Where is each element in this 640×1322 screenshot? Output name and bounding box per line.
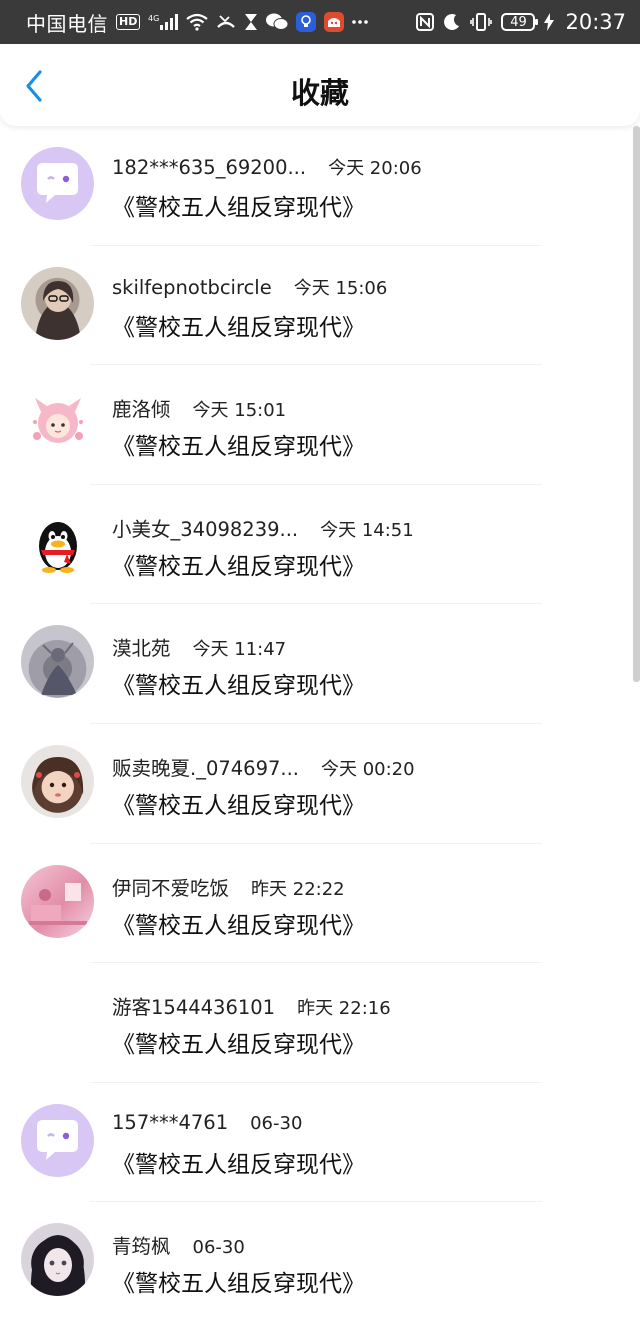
network-type-label: 4G <box>148 14 159 23</box>
avatar[interactable] <box>21 147 94 220</box>
item-meta: 青筠枫 06-30 <box>112 1230 245 1259</box>
status-bar: 中国电信 HD 4G 49 20:37 <box>0 0 640 44</box>
username[interactable]: 182***635_69200... <box>112 156 306 179</box>
book-title[interactable]: 《警校五人组反穿现代》 <box>112 188 365 222</box>
item-meta: 漠北苑 今天 11:47 <box>112 632 286 661</box>
list-item[interactable]: 漠北苑 今天 11:47 《警校五人组反穿现代》 <box>0 604 632 724</box>
battery-level: 49 <box>510 14 527 30</box>
item-meta: 贩卖晚夏._074697... 今天 00:20 <box>112 752 415 781</box>
user-photo-avatar <box>41 642 77 696</box>
hd-badge: HD <box>116 14 141 30</box>
chat-bubble-avatar-icon <box>37 163 78 203</box>
timestamp: 今天 15:01 <box>192 400 287 422</box>
book-title[interactable]: 《警校五人组反穿现代》 <box>112 786 365 820</box>
moon-icon <box>443 13 461 31</box>
avatar[interactable] <box>21 386 94 460</box>
missed-call-icon <box>216 13 236 31</box>
avatar[interactable] <box>21 505 94 579</box>
book-title[interactable]: 《警校五人组反穿现代》 <box>112 1264 365 1298</box>
item-meta: 伊同不爱吃饭 昨天 22:22 <box>112 872 345 901</box>
favorites-list: 182***635_69200... 今天 20:06 《警校五人组反穿现代》 … <box>0 126 632 1322</box>
username[interactable]: 鹿洛倾 <box>112 393 171 422</box>
signal-icon: 4G <box>148 13 179 31</box>
chat-bubble-avatar-icon <box>37 1119 78 1160</box>
timestamp: 06-30 <box>250 1112 303 1134</box>
timestamp: 今天 14:51 <box>320 519 414 541</box>
timestamp: 今天 11:47 <box>192 639 287 661</box>
timestamp: 昨天 22:16 <box>297 998 391 1020</box>
avatar[interactable] <box>21 744 94 818</box>
book-title[interactable]: 《警校五人组反穿现代》 <box>112 308 365 342</box>
clock: 20:37 <box>565 10 626 34</box>
list-item[interactable]: 鹿洛倾 今天 15:01 《警校五人组反穿现代》 <box>0 365 632 485</box>
username[interactable]: 贩卖晚夏._074697... <box>112 752 299 781</box>
username[interactable]: 伊同不爱吃饭 <box>112 872 229 901</box>
user-photo-avatar <box>35 280 81 340</box>
cartoon-girl-avatar <box>33 398 83 444</box>
book-title[interactable]: 《警校五人组反穿现代》 <box>112 1145 365 1179</box>
avatar[interactable] <box>21 266 94 340</box>
wifi-icon <box>186 13 209 31</box>
hourglass-icon <box>244 13 258 31</box>
anime-girl-avatar <box>30 1235 86 1297</box>
avatar[interactable] <box>21 1223 94 1297</box>
timestamp: 昨天 22:22 <box>251 878 345 900</box>
list-item[interactable]: skilfepnotbcircle 今天 15:06 《警校五人组反穿现代》 <box>0 246 632 366</box>
item-meta: 小美女_34098239... 今天 14:51 <box>112 513 414 542</box>
avatar[interactable] <box>21 864 94 938</box>
nav-bar: 收藏 <box>0 44 640 126</box>
item-meta: skilfepnotbcircle 今天 15:06 <box>112 274 387 300</box>
more-icon <box>352 19 369 25</box>
book-title[interactable]: 《警校五人组反穿现代》 <box>112 666 365 700</box>
book-title[interactable]: 《警校五人组反穿现代》 <box>112 1025 365 1059</box>
book-title[interactable]: 《警校五人组反穿现代》 <box>112 906 365 940</box>
item-meta: 游客1544436101 昨天 22:16 <box>112 991 391 1020</box>
app-notification-icon-blue <box>296 12 317 32</box>
list-item[interactable]: 贩卖晚夏._074697... 今天 00:20 《警校五人组反穿现代》 <box>0 724 632 844</box>
vibrate-icon <box>470 13 493 31</box>
scrollbar[interactable] <box>633 126 640 682</box>
timestamp: 今天 15:06 <box>293 277 388 299</box>
username[interactable]: 小美女_34098239... <box>112 513 298 542</box>
username[interactable]: 青筠枫 <box>112 1230 171 1259</box>
timestamp: 06-30 <box>192 1237 245 1259</box>
avatar[interactable] <box>21 625 94 699</box>
username[interactable]: 游客1544436101 <box>112 991 275 1020</box>
username[interactable]: 漠北苑 <box>112 632 171 661</box>
nfc-icon <box>416 13 435 31</box>
qq-penguin-avatar <box>39 521 77 573</box>
item-meta: 157***4761 06-30 <box>112 1111 302 1134</box>
list-item[interactable]: 157***4761 06-30 《警校五人组反穿现代》 <box>0 1083 632 1203</box>
battery-icon: 49 <box>501 13 539 31</box>
list-item[interactable]: 182***635_69200... 今天 20:06 《警校五人组反穿现代》 <box>0 126 632 246</box>
pink-room-avatar <box>29 882 87 925</box>
list-item[interactable]: 伊同不爱吃饭 昨天 22:22 《警校五人组反穿现代》 <box>0 844 632 964</box>
carrier-label: 中国电信 <box>26 11 108 36</box>
item-meta: 182***635_69200... 今天 20:06 <box>112 154 422 180</box>
avatar[interactable] <box>21 1103 94 1177</box>
user-photo-avatar <box>32 756 84 803</box>
page-title: 收藏 <box>290 76 349 110</box>
charging-icon <box>544 13 555 31</box>
app-notification-icon-red <box>324 12 345 32</box>
wechat-icon <box>266 13 289 31</box>
book-title[interactable]: 《警校五人组反穿现代》 <box>112 427 365 461</box>
timestamp: 今天 00:20 <box>320 758 415 780</box>
item-meta: 鹿洛倾 今天 15:01 <box>112 393 286 422</box>
username[interactable]: 157***4761 <box>112 1111 228 1134</box>
book-title[interactable]: 《警校五人组反穿现代》 <box>112 547 365 581</box>
list-item[interactable]: 游客1544436101 昨天 22:16 《警校五人组反穿现代》 <box>0 963 632 1083</box>
username[interactable]: skilfepnotbcircle <box>112 276 272 299</box>
timestamp: 今天 20:06 <box>328 158 422 179</box>
list-item[interactable]: 小美女_34098239... 今天 14:51 《警校五人组反穿现代》 <box>0 485 632 605</box>
list-item[interactable]: 青筠枫 06-30 《警校五人组反穿现代》 <box>0 1202 632 1322</box>
